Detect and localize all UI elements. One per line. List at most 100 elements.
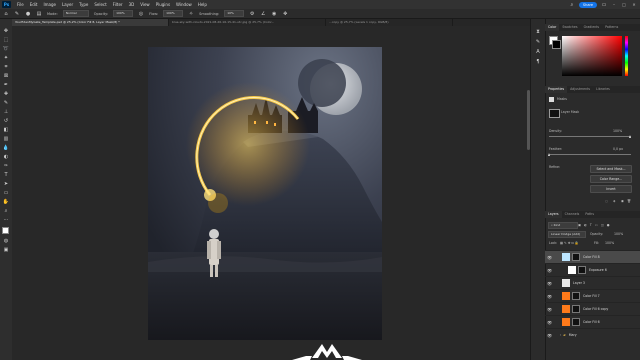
filter-smart-icon[interactable]: ◫ bbox=[601, 223, 604, 228]
hand-tool-icon[interactable]: ✋ bbox=[2, 199, 10, 206]
menu-3d[interactable]: 3D bbox=[126, 2, 138, 7]
share-button[interactable]: Share bbox=[578, 1, 597, 8]
tab-paths[interactable]: Paths bbox=[582, 211, 597, 218]
tab-swatches[interactable]: Swatches bbox=[559, 24, 580, 31]
layer-mask-thumbnail[interactable] bbox=[549, 109, 560, 118]
smoothing-settings-icon[interactable]: ⚙ bbox=[249, 11, 255, 17]
tab-document-3[interactable]: ...copy @ 25,7% (Levels 1 copy, RGB/8) bbox=[326, 19, 453, 26]
pressure-opacity-icon[interactable]: ◎ bbox=[138, 11, 144, 17]
visibility-eye-icon[interactable]: 👁 bbox=[545, 268, 554, 273]
filter-toggle-icon[interactable]: ● bbox=[607, 223, 610, 228]
visibility-eye-icon[interactable]: 👁 bbox=[545, 281, 554, 286]
menu-layer[interactable]: Layer bbox=[59, 2, 76, 7]
shape-tool-icon[interactable]: ▭ bbox=[2, 190, 10, 197]
density-value[interactable]: 100% bbox=[613, 129, 622, 133]
brush-size-icon[interactable]: ● bbox=[25, 11, 31, 17]
visibility-eye-icon[interactable]: 👁 bbox=[545, 294, 554, 299]
density-slider-knob[interactable] bbox=[629, 135, 631, 138]
brush-preset-icon[interactable]: ✎ bbox=[14, 11, 20, 17]
filter-pixel-icon[interactable]: ▣ bbox=[578, 223, 581, 228]
workspace-icon[interactable]: ▭ bbox=[601, 2, 607, 8]
layer-mask-thumb[interactable] bbox=[578, 266, 586, 274]
home-icon[interactable]: ⌂ bbox=[3, 11, 9, 17]
menu-plugins[interactable]: Plugins bbox=[153, 2, 173, 7]
menu-filter[interactable]: Filter bbox=[110, 2, 126, 7]
layer-row[interactable]: 👁 Layer 3 bbox=[545, 276, 640, 289]
brush-settings-icon[interactable]: ▤ bbox=[36, 11, 42, 17]
mode-select[interactable]: Normal bbox=[62, 10, 89, 17]
layer-mask-thumb[interactable] bbox=[572, 305, 580, 313]
layer-row[interactable]: 👁 Color Fill 6 bbox=[545, 315, 640, 328]
layer-mask-thumb[interactable] bbox=[572, 318, 580, 326]
tab-gradients[interactable]: Gradients bbox=[581, 24, 603, 31]
more-tools-icon[interactable]: ⋯ bbox=[2, 217, 10, 224]
gradient-tool-icon[interactable]: ▥ bbox=[2, 136, 10, 143]
feather-slider-knob[interactable] bbox=[548, 153, 550, 156]
blend-mode-select[interactable]: Linear Dodge (Add) bbox=[548, 231, 586, 238]
quick-select-tool-icon[interactable]: ✦ bbox=[2, 55, 10, 62]
history-panel-icon[interactable]: ⧗ bbox=[534, 29, 542, 36]
visibility-eye-icon[interactable]: 👁 bbox=[545, 307, 554, 312]
airbrush-icon[interactable]: ✧ bbox=[188, 11, 194, 17]
layer-mask-thumb[interactable] bbox=[572, 253, 580, 261]
character-panel-icon[interactable]: A bbox=[534, 49, 542, 56]
eyedropper-tool-icon[interactable]: ✒ bbox=[2, 82, 10, 89]
tab-document-2[interactable]: blue-sky-with-clouds-2021-08-26-16-15-41… bbox=[169, 19, 326, 26]
minimize-icon[interactable]: – bbox=[611, 2, 617, 7]
filter-type-icon[interactable]: T bbox=[590, 223, 592, 228]
density-slider[interactable] bbox=[549, 136, 631, 137]
layer-row[interactable]: 👁 › ▰ Mary bbox=[545, 328, 640, 341]
visibility-eye-icon[interactable]: 👁 bbox=[545, 255, 554, 260]
apply-mask-icon[interactable]: ◈ bbox=[613, 199, 615, 203]
hue-slider[interactable] bbox=[625, 36, 628, 76]
quick-mask-icon[interactable]: ◍ bbox=[2, 238, 10, 245]
tab-patterns[interactable]: Patterns bbox=[602, 24, 621, 31]
load-selection-icon[interactable]: ◌ bbox=[605, 199, 608, 203]
crop-tool-icon[interactable]: ⌗ bbox=[2, 64, 10, 71]
layer-filter-kind[interactable]: ⌕ Kind bbox=[548, 222, 578, 229]
menu-select[interactable]: Select bbox=[91, 2, 109, 7]
type-tool-icon[interactable]: T bbox=[2, 172, 10, 179]
blur-tool-icon[interactable]: 💧 bbox=[2, 145, 10, 152]
tab-properties[interactable]: Properties bbox=[545, 86, 568, 93]
frame-tool-icon[interactable]: ⊠ bbox=[2, 73, 10, 80]
tab-document-1[interactable]: YourEdenMyGate_Template.psd @ 25,2% (Col… bbox=[12, 19, 169, 26]
flow-input[interactable]: 100% bbox=[163, 10, 184, 17]
menu-edit[interactable]: Edit bbox=[27, 2, 41, 7]
smoothing-input[interactable]: 10% bbox=[224, 10, 245, 17]
visibility-icon[interactable]: ◉ bbox=[621, 199, 624, 203]
paragraph-panel-icon[interactable]: ¶ bbox=[534, 59, 542, 66]
visibility-eye-icon[interactable]: 👁 bbox=[545, 333, 554, 338]
menu-image[interactable]: Image bbox=[40, 2, 59, 7]
feather-slider[interactable] bbox=[549, 154, 631, 155]
tab-adjustments[interactable]: Adjustments bbox=[567, 86, 593, 93]
foreground-color-swatch[interactable] bbox=[2, 227, 9, 234]
menu-view[interactable]: View bbox=[137, 2, 153, 7]
dodge-tool-icon[interactable]: ◐ bbox=[2, 154, 10, 161]
brush-panel-icon[interactable]: ✎ bbox=[534, 39, 542, 46]
select-and-mask-button[interactable]: Select and Mask... bbox=[590, 165, 632, 173]
feather-value[interactable]: 0,0 px bbox=[613, 147, 623, 151]
eraser-tool-icon[interactable]: ◧ bbox=[2, 127, 10, 134]
layer-opacity-value[interactable]: 100% bbox=[614, 232, 623, 236]
color-range-button[interactable]: Color Range... bbox=[590, 175, 632, 183]
filter-shape-icon[interactable]: ▭ bbox=[595, 223, 598, 228]
color-picker-field[interactable] bbox=[562, 36, 622, 76]
zoom-tool-icon[interactable]: ⌕ bbox=[2, 208, 10, 215]
screen-mode-icon[interactable]: ▣ bbox=[2, 247, 10, 254]
visibility-eye-icon[interactable]: 👁 bbox=[545, 320, 554, 325]
angle-icon[interactable]: ∠ bbox=[260, 11, 266, 17]
background-swatch[interactable] bbox=[552, 40, 561, 49]
layer-row[interactable]: 👁 Color Fill 8 bbox=[545, 250, 640, 263]
tab-layers[interactable]: Layers bbox=[545, 211, 562, 218]
filter-adjustment-icon[interactable]: ◐ bbox=[584, 223, 587, 228]
pressure-size-icon[interactable]: ◉ bbox=[271, 11, 277, 17]
symmetry-icon[interactable]: ✥ bbox=[282, 11, 288, 17]
layer-row[interactable]: 👁 Color Fill 7 bbox=[545, 289, 640, 302]
lasso-tool-icon[interactable]: ➰ bbox=[2, 46, 10, 53]
tab-channels[interactable]: Channels bbox=[562, 211, 583, 218]
menu-file[interactable]: File bbox=[14, 2, 27, 7]
folder-expand-icon[interactable]: › bbox=[560, 333, 561, 337]
tab-color[interactable]: Color bbox=[545, 24, 560, 31]
fill-value[interactable]: 100% bbox=[605, 241, 614, 245]
